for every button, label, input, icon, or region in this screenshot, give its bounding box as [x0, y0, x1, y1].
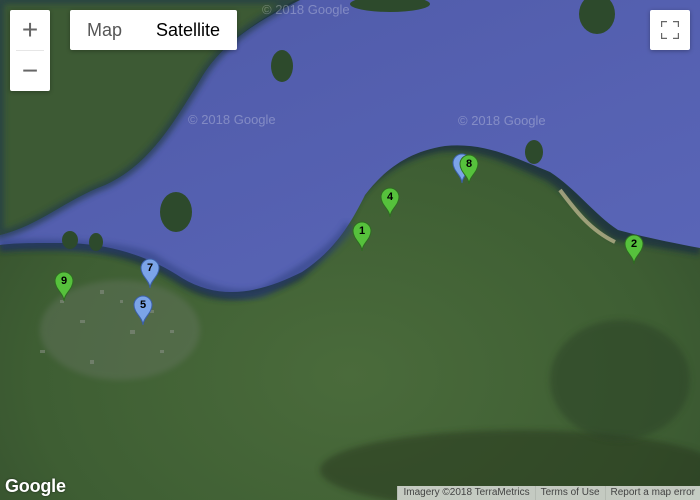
zoom-in-button[interactable]: +	[10, 10, 50, 50]
zoom-out-button[interactable]: −	[10, 51, 50, 91]
map-watermark: © 2018 Google	[188, 112, 276, 127]
map-marker-9[interactable]: 9	[53, 270, 75, 302]
terms-of-use-link[interactable]: Terms of Use	[534, 486, 605, 500]
zoom-control: + −	[10, 10, 50, 91]
google-logo[interactable]: Google	[5, 476, 66, 497]
satellite-imagery	[0, 0, 700, 500]
marker-label: 8	[465, 158, 473, 170]
marker-label: 2	[630, 238, 638, 250]
fullscreen-icon	[661, 21, 679, 39]
marker-label: 7	[146, 262, 154, 274]
marker-label: 1	[358, 225, 366, 237]
map-type-control: Map Satellite	[70, 10, 238, 50]
marker-label: 9	[60, 275, 68, 287]
map-watermark: © 2018 Google	[262, 2, 350, 17]
map-marker-2[interactable]: 2	[623, 233, 645, 265]
fullscreen-button[interactable]	[650, 10, 690, 50]
map-marker-8[interactable]: 8	[458, 153, 480, 185]
map-watermark: © 2018 Google	[458, 113, 546, 128]
attribution-bar: Imagery ©2018 TerraMetrics Terms of Use …	[397, 486, 700, 500]
imagery-credit: Imagery ©2018 TerraMetrics	[397, 486, 535, 500]
map-type-map-button[interactable]: Map	[70, 10, 139, 50]
map-type-satellite-button[interactable]: Satellite	[139, 10, 237, 50]
marker-label: 5	[139, 299, 147, 311]
map-marker-7[interactable]: 7	[139, 257, 161, 289]
map-marker-5[interactable]: 5	[132, 294, 154, 326]
map-marker-4[interactable]: 4	[379, 186, 401, 218]
marker-label: 4	[386, 191, 394, 203]
report-map-error-link[interactable]: Report a map error	[604, 486, 700, 500]
map-marker-1[interactable]: 1	[351, 220, 373, 252]
satellite-map[interactable]: © 2018 Google © 2018 Google © 2018 Googl…	[0, 0, 700, 500]
